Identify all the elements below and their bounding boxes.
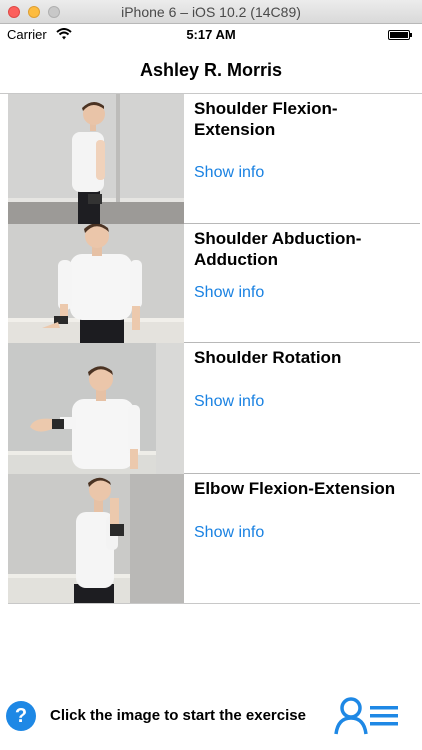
footer-instruction: Click the image to start the exercise [50,707,306,724]
profile-icon[interactable] [334,696,368,736]
status-time: 5:17 AM [186,27,236,42]
exercise-title: Shoulder Flexion-Extension [194,99,338,139]
show-info-link[interactable]: Show info [194,393,264,411]
exercise-row-shoulder-rotation: Shoulder Rotation Show info [8,343,420,474]
battery-icon [388,30,412,40]
status-bar: Carrier 5:17 AM [0,24,422,46]
exercise-title: Elbow Flexion-Extension [194,479,396,498]
navigation-bar: Ashley R. Morris [0,46,422,94]
exercise-title: Shoulder Rotation [194,348,342,367]
exercise-image-shoulder-abduction-adduction[interactable] [8,224,184,343]
list-bottom-divider [8,603,420,604]
exercise-row-shoulder-abduction-adduction: Shoulder Abduction-Adduction Show info [8,224,420,343]
show-info-link[interactable]: Show info [194,524,264,542]
exercise-title: Shoulder Abduction-Adduction [194,229,362,269]
exercise-row-shoulder-flexion-extension: Shoulder Flexion-Extension Show info [8,94,420,224]
help-button[interactable]: ? [6,701,36,731]
exercise-image-elbow-flexion-extension[interactable] [8,474,184,604]
page-title: Ashley R. Morris [139,60,283,80]
exercise-image-shoulder-rotation[interactable] [8,343,184,474]
menu-icon[interactable] [370,704,398,728]
exercise-image-shoulder-flexion-extension[interactable] [8,94,184,224]
exercise-row-elbow-flexion-extension: Elbow Flexion-Extension Show info [8,474,420,604]
show-info-link[interactable]: Show info [194,284,264,302]
window-title: iPhone 6 – iOS 10.2 (14C89) [121,4,301,20]
show-info-link[interactable]: Show info [194,164,264,182]
simulator-title-bar: iPhone 6 – iOS 10.2 (14C89) [0,0,422,24]
